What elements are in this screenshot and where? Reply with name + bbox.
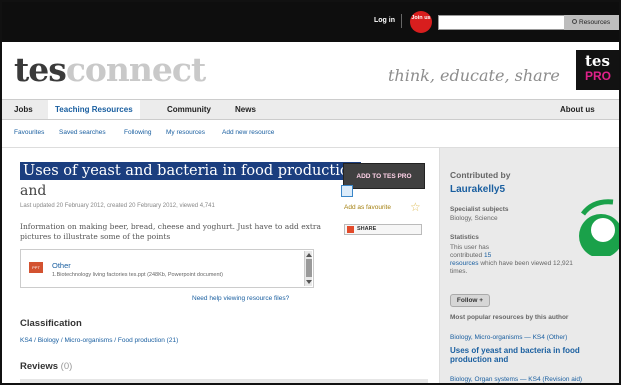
file-category[interactable]: Other: [52, 261, 71, 270]
author-link[interactable]: Laurakelly5: [450, 184, 505, 195]
stats-line-1: This user has: [450, 244, 490, 251]
contributed-by-label: Contributed by: [450, 170, 511, 180]
scroll-down-icon[interactable]: [306, 280, 312, 284]
search-icon: [572, 19, 577, 24]
classification-path[interactable]: KS4 / Biology / Micro-organisms / Food p…: [20, 337, 178, 344]
share-icon: [347, 226, 354, 233]
reviews-bar: [20, 379, 428, 383]
specialist-subjects-value: Biology, Science: [450, 215, 498, 222]
classification-heading: Classification: [20, 318, 82, 329]
tagline: think, educate, share: [388, 66, 560, 85]
subnav-saved-searches[interactable]: Saved searches: [59, 129, 106, 136]
popular-item-category-2[interactable]: Biology, Organ systems — KS4 (Revision a…: [450, 376, 582, 383]
login-link[interactable]: Log in: [374, 17, 395, 24]
stats-line-3: resources which have been viewed 12,921: [450, 260, 573, 268]
stats-line-4: times.: [450, 268, 468, 275]
stats-views: which have been viewed 12,921: [480, 260, 573, 267]
nav-about-us[interactable]: About us: [560, 100, 595, 119]
share-label: SHARE: [357, 226, 377, 232]
nav-jobs[interactable]: Jobs: [14, 100, 33, 119]
scroll-thumb[interactable]: [306, 259, 312, 277]
subnav-following[interactable]: Following: [124, 129, 151, 136]
follow-button[interactable]: Follow +: [450, 294, 490, 307]
add-to-tes-pro-button[interactable]: ADD TO TES PRO: [343, 163, 425, 189]
sub-nav: Favourites Saved searches Following My r…: [2, 120, 619, 148]
subnav-my-resources[interactable]: My resources: [166, 129, 205, 136]
share-button[interactable]: SHARE: [344, 224, 422, 235]
file-name: 1.Biotechnology living factories tes.ppt…: [52, 272, 223, 278]
specialist-subjects-label: Specialist subjects: [450, 206, 509, 213]
join-us-button[interactable]: Join us: [410, 11, 432, 33]
statistics-label: Statistics: [450, 234, 479, 241]
popular-item-title[interactable]: Uses of yeast and bacteria in food produ…: [450, 346, 618, 364]
reviews-count: (0): [60, 361, 73, 372]
favourite-checkbox[interactable]: [341, 185, 353, 197]
help-link[interactable]: Need help viewing resource files?: [192, 295, 289, 302]
file-scrollbar[interactable]: [304, 251, 312, 286]
popular-item-category[interactable]: Biology, Micro-organisms — KS4 (Other): [450, 334, 567, 341]
nav-community[interactable]: Community: [167, 100, 211, 119]
subnav-favourites[interactable]: Favourites: [14, 129, 44, 136]
logo-band: tesconnect think, educate, share tes PRO: [2, 42, 619, 99]
avatar[interactable]: [573, 196, 621, 256]
popular-heading: Most popular resources by this author: [450, 314, 569, 321]
scroll-up-icon[interactable]: [306, 253, 312, 257]
nav-news[interactable]: News: [235, 100, 256, 119]
resource-main: Uses of yeast and bacteria in food produ…: [2, 148, 436, 383]
stats-contributed: contributed: [450, 252, 483, 259]
reviews-heading: Reviews (0): [20, 361, 72, 372]
resource-title: Uses of yeast and bacteria in food produ…: [20, 162, 361, 180]
resource-description: Information on making beer, bread, chees…: [20, 222, 321, 241]
powerpoint-icon: PPT: [29, 262, 43, 273]
author-sidebar: Contributed by Laurakelly5 Specialist su…: [439, 148, 621, 383]
star-icon[interactable]: ☆: [410, 200, 421, 214]
stats-line-2: contributed 15: [450, 252, 491, 260]
badge-pro: PRO: [585, 69, 612, 83]
reviews-label: Reviews: [20, 361, 59, 372]
logo-connect: connect: [65, 50, 206, 89]
badge-tes: tes: [585, 52, 610, 70]
resource-meta: Last updated 20 February 2012, created 2…: [20, 203, 215, 209]
tes-pro-badge[interactable]: tes PRO: [576, 50, 619, 90]
add-favourite-link[interactable]: Add as favourite: [344, 204, 391, 211]
tes-connect-logo[interactable]: tesconnect: [14, 50, 206, 89]
nav-teaching-resources[interactable]: Teaching Resources: [48, 100, 140, 119]
logo-tes: tes: [14, 50, 67, 89]
search-button[interactable]: Resources: [564, 15, 619, 30]
browser-frame: Log in Join us Resources tesconnect thin…: [0, 0, 621, 385]
resource-file[interactable]: PPT Other 1.Biotechnology living factori…: [20, 249, 314, 288]
stats-count-link[interactable]: 15: [484, 252, 491, 259]
divider: [401, 14, 402, 28]
search-input[interactable]: [438, 15, 570, 30]
stats-resources-link[interactable]: resources: [450, 260, 479, 267]
top-bar: Log in Join us Resources: [2, 2, 619, 42]
resource-title-continued: and: [20, 183, 47, 199]
subnav-add-new-resource[interactable]: Add new resource: [222, 129, 274, 136]
main-nav: Jobs Teaching Resources Community News A…: [2, 99, 619, 120]
search-button-label: Resources: [579, 19, 611, 26]
